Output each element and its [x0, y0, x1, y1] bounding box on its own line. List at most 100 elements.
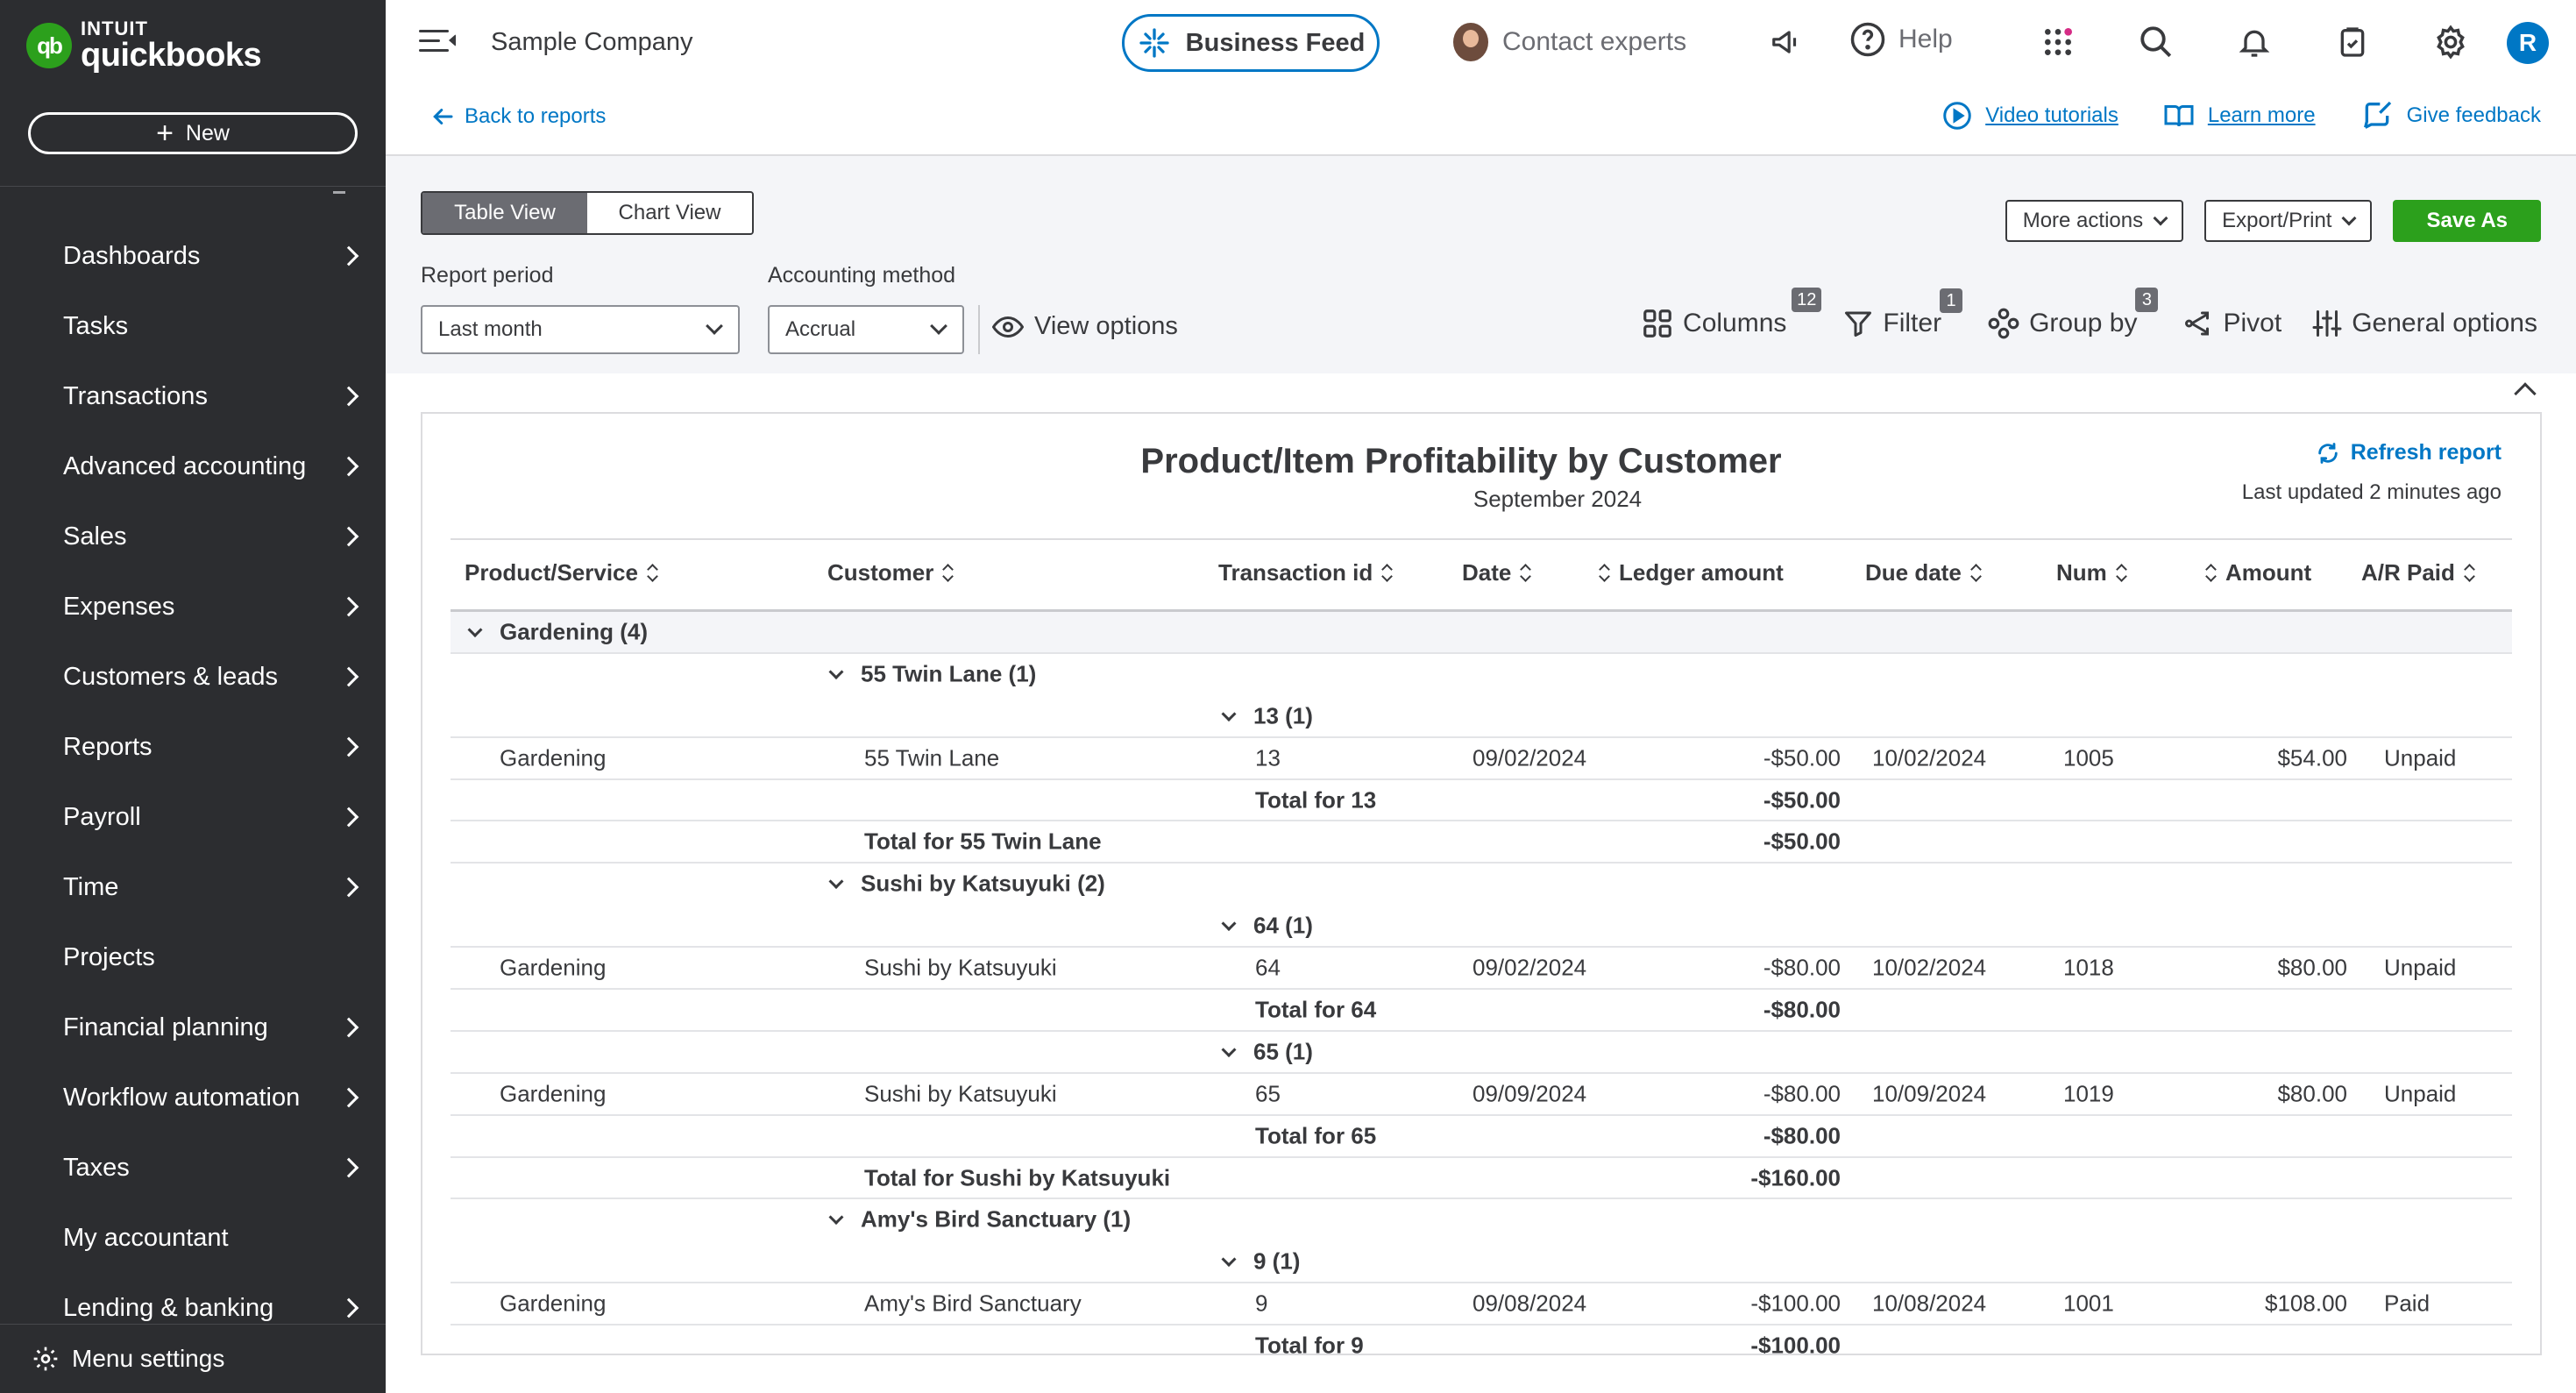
sidebar-item-expenses[interactable]: Expenses — [0, 572, 386, 642]
column-header-product-service[interactable]: Product/Service — [465, 559, 658, 586]
export-print-button[interactable]: Export/Print — [2204, 200, 2373, 242]
view-options-button[interactable]: View options — [992, 312, 1178, 341]
sidebar-item-projects[interactable]: Projects — [0, 922, 386, 992]
chevron-down-icon — [828, 664, 844, 679]
help-button[interactable]: Help — [1849, 21, 1953, 58]
cell-product: Gardening — [500, 954, 607, 981]
group-toggle-product[interactable]: Gardening (4) — [467, 618, 648, 645]
sidebar-item-sales[interactable]: Sales — [0, 501, 386, 572]
search-icon[interactable] — [2135, 21, 2177, 63]
megaphone-icon[interactable] — [1765, 21, 1807, 63]
column-header-num[interactable]: Num — [2056, 559, 2127, 586]
total-label: Total for 64 — [1255, 996, 1377, 1023]
back-to-reports-link[interactable]: Back to reports — [429, 103, 606, 130]
chevron-down-icon — [2341, 210, 2357, 226]
view-toggle: Table View Chart View — [421, 191, 754, 235]
scroll-indicator — [333, 191, 345, 194]
contact-experts-button[interactable]: Contact experts — [1453, 23, 1686, 61]
chevron-down-icon — [930, 317, 947, 335]
table-row: Gardening Amy's Bird Sanctuary 9 09/08/2024… — [451, 1283, 2512, 1326]
eye-icon — [992, 316, 1024, 338]
cell-transaction-id[interactable]: 65 — [1255, 1080, 1281, 1107]
sort-icon — [2464, 564, 2475, 582]
more-actions-button[interactable]: More actions — [2005, 200, 2184, 242]
sidebar-item-taxes[interactable]: Taxes — [0, 1133, 386, 1203]
total-row-customer: Total for 55 Twin Lane -$50.00 — [451, 821, 2512, 864]
new-button[interactable]: + New — [28, 112, 358, 154]
chart-view-tab[interactable]: Chart View — [587, 193, 752, 233]
group-toggle-transaction[interactable]: 9 (1) — [1221, 1248, 1300, 1276]
apps-grid-icon[interactable] — [2037, 21, 2079, 63]
cell-customer: Sushi by Katsuyuki — [864, 1080, 1057, 1107]
group-toggle-transaction[interactable]: 65 (1) — [1221, 1038, 1313, 1065]
columns-label: Columns — [1683, 309, 1787, 338]
sidebar-item-my-accountant[interactable]: My accountant — [0, 1203, 386, 1273]
sidebar-item-transactions[interactable]: Transactions — [0, 361, 386, 431]
sidebar-item-customers-leads[interactable]: Customers & leads — [0, 642, 386, 712]
pivot-button[interactable]: Pivot — [2182, 308, 2281, 339]
column-header-date[interactable]: Date — [1462, 559, 1532, 586]
group-row-transaction: 9 (1) — [451, 1241, 2512, 1284]
group-toggle-transaction[interactable]: 13 (1) — [1221, 702, 1313, 729]
clipboard-icon[interactable] — [2331, 21, 2374, 63]
controls-separator — [978, 305, 980, 354]
bell-icon[interactable] — [2233, 21, 2275, 63]
column-header-customer[interactable]: Customer — [827, 559, 954, 586]
table-view-tab[interactable]: Table View — [422, 193, 587, 233]
sort-icon — [1520, 564, 1532, 582]
give-feedback-link[interactable]: Give feedback — [2360, 98, 2541, 133]
total-row-customer: Total for Sushi by Katsuyuki -$160.00 — [451, 1158, 2512, 1200]
group-row-transaction: 64 (1) — [451, 906, 2512, 949]
report-period-select[interactable]: Last month — [421, 305, 740, 354]
user-avatar[interactable]: R — [2507, 22, 2549, 64]
sidebar-item-workflow-automation[interactable]: Workflow automation — [0, 1063, 386, 1133]
sidebar-item-dashboards[interactable]: Dashboards — [0, 221, 386, 291]
video-tutorials-link[interactable]: Video tutorials — [1941, 100, 2118, 131]
sidebar-item-advanced-accounting[interactable]: Advanced accounting — [0, 431, 386, 501]
cell-transaction-id[interactable]: 64 — [1255, 955, 1281, 982]
column-header-ledger-amount[interactable]: Ledger amount — [1599, 559, 1784, 586]
columns-button[interactable]: Columns 12 — [1641, 288, 1822, 340]
sidebar-item-payroll[interactable]: Payroll — [0, 782, 386, 852]
cell-transaction-id[interactable]: 9 — [1255, 1290, 1267, 1318]
filter-button[interactable]: Filter 1 — [1842, 288, 1963, 339]
group-toggle-transaction[interactable]: 64 (1) — [1221, 913, 1313, 940]
sidebar-item-label: Customers & leads — [63, 662, 278, 691]
table-row: Gardening 55 Twin Lane 13 09/02/2024 -$50.00… — [451, 738, 2512, 780]
column-header-amount[interactable]: Amount — [2205, 559, 2311, 586]
sidebar-item-label: Tasks — [63, 311, 129, 340]
learn-more-link[interactable]: Learn more — [2162, 100, 2316, 131]
group-by-button[interactable]: Group by 3 — [1987, 288, 2159, 340]
feedback-icon — [2363, 101, 2391, 129]
save-as-button[interactable]: Save As — [2393, 200, 2541, 242]
pivot-label: Pivot — [2223, 309, 2282, 338]
collapse-controls-icon[interactable] — [2514, 382, 2537, 405]
cell-ar-paid: Unpaid — [2384, 744, 2457, 771]
sidebar: qb INTUIT quickbooks + New Dashboards Tas… — [0, 0, 386, 1393]
company-name[interactable]: Sample Company — [491, 28, 693, 57]
quickbooks-logo[interactable]: qb INTUIT quickbooks — [26, 18, 262, 72]
collapse-menu-icon[interactable] — [419, 26, 456, 56]
group-toggle-customer[interactable]: 55 Twin Lane (1) — [828, 660, 1036, 687]
business-feed-button[interactable]: Business Feed — [1122, 14, 1380, 72]
column-header-a-r-paid[interactable]: A/R Paid — [2361, 559, 2475, 586]
sidebar-item-financial-planning[interactable]: Financial planning — [0, 992, 386, 1063]
column-header-transaction-id[interactable]: Transaction id — [1218, 559, 1394, 586]
settings-gear-icon[interactable] — [2430, 21, 2472, 63]
sidebar-item-tasks[interactable]: Tasks — [0, 291, 386, 361]
group-toggle-customer[interactable]: Sushi by Katsuyuki (2) — [828, 871, 1105, 898]
menu-settings-button[interactable]: Menu settings — [0, 1324, 386, 1393]
sidebar-item-time[interactable]: Time — [0, 852, 386, 922]
general-options-button[interactable]: General options — [2311, 308, 2537, 339]
column-header-due-date[interactable]: Due date — [1865, 559, 1982, 586]
group-label: Amy's Bird Sanctuary (1) — [861, 1205, 1132, 1233]
cell-transaction-id[interactable]: 13 — [1255, 744, 1281, 771]
logo-intuit-text: INTUIT — [81, 18, 148, 39]
group-toggle-customer[interactable]: Amy's Bird Sanctuary (1) — [828, 1205, 1132, 1233]
chevron-right-icon — [338, 245, 359, 267]
accounting-method-select[interactable]: Accrual — [768, 305, 964, 354]
sidebar-item-reports[interactable]: Reports — [0, 712, 386, 782]
cell-num: 1019 — [2063, 1080, 2114, 1107]
refresh-report-button[interactable]: Refresh report — [2316, 440, 2501, 466]
table-row: Gardening Sushi by Katsuyuki 65 09/09/2024 -… — [451, 1074, 2512, 1116]
